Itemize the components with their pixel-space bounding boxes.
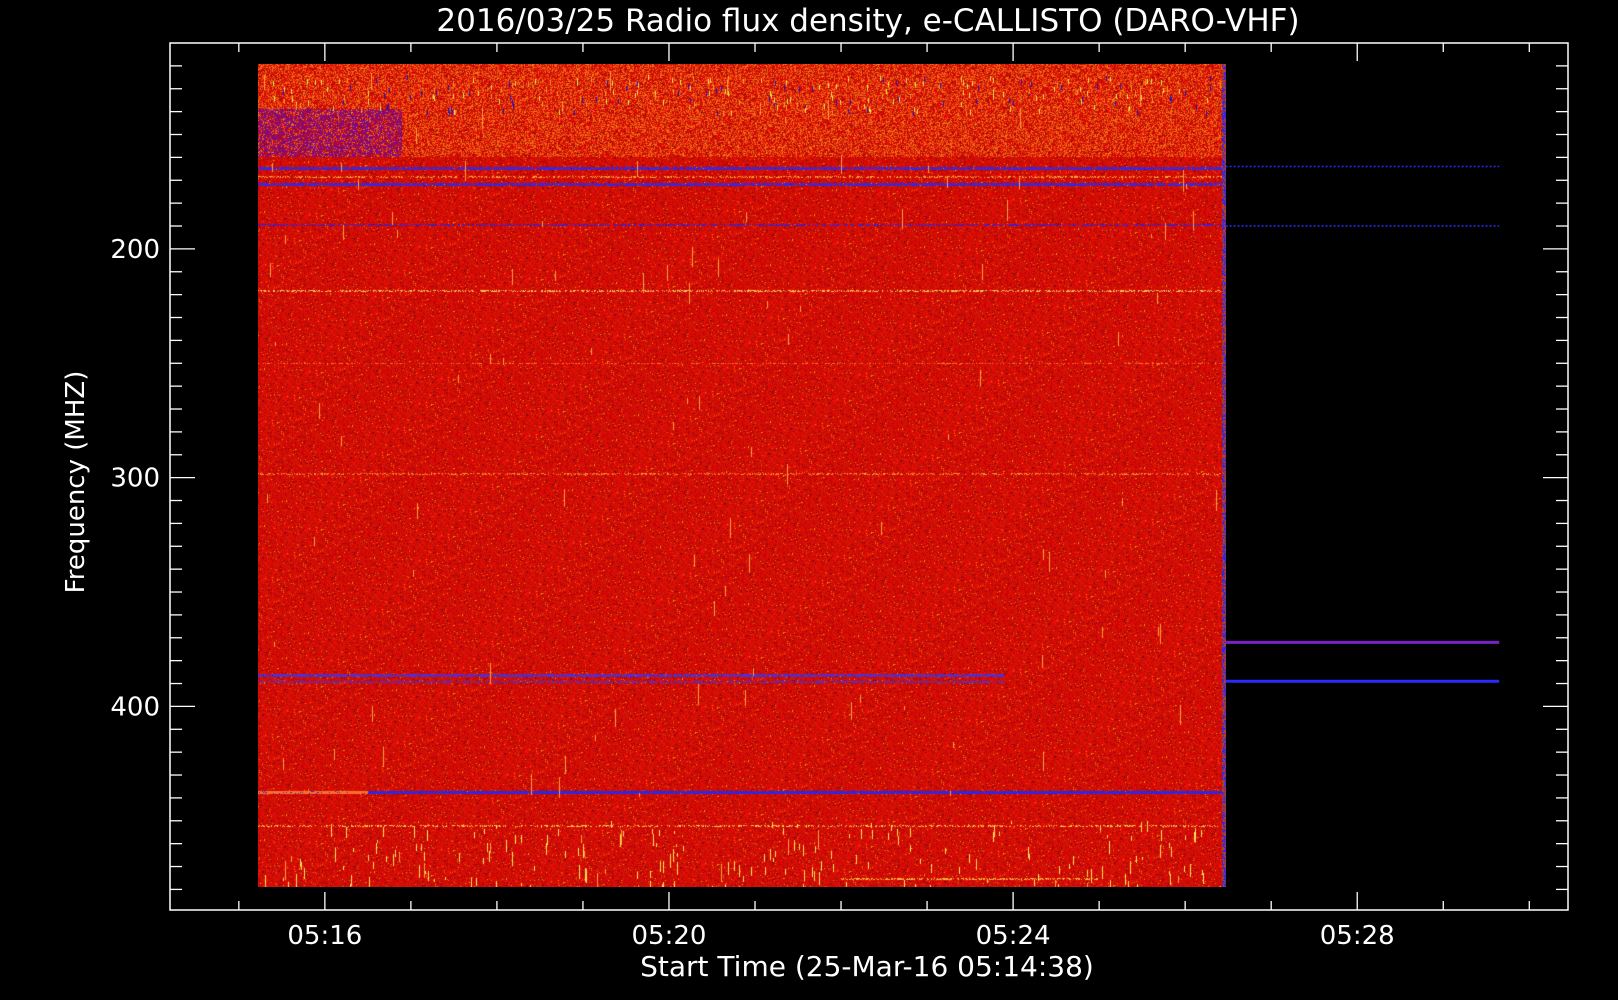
x-tick-label: 05:24 <box>976 921 1051 951</box>
y-tick-label: 200 <box>110 235 160 265</box>
spectrogram-chart: 2016/03/25 Radio flux density, e-CALLIST… <box>61 3 1569 983</box>
x-tick-labels: 05:16 05:20 05:24 05:28 <box>287 921 1394 951</box>
y-tick-label: 400 <box>110 692 160 722</box>
spectrogram-image <box>258 64 1226 887</box>
y-axis-label: Frequency (MHZ) <box>61 371 91 594</box>
y-tick-labels: 200 300 400 <box>110 235 160 723</box>
chart-title: 2016/03/25 Radio flux density, e-CALLIST… <box>436 3 1299 39</box>
y-tick-label: 300 <box>110 464 160 494</box>
x-axis-label: Start Time (25-Mar-16 05:14:38) <box>640 950 1094 983</box>
heatmap-area <box>258 64 1226 887</box>
x-tick-label: 05:16 <box>287 921 362 951</box>
x-tick-label: 05:20 <box>632 921 707 951</box>
post-observation-lines <box>1225 165 1500 683</box>
x-tick-label: 05:28 <box>1320 921 1395 951</box>
